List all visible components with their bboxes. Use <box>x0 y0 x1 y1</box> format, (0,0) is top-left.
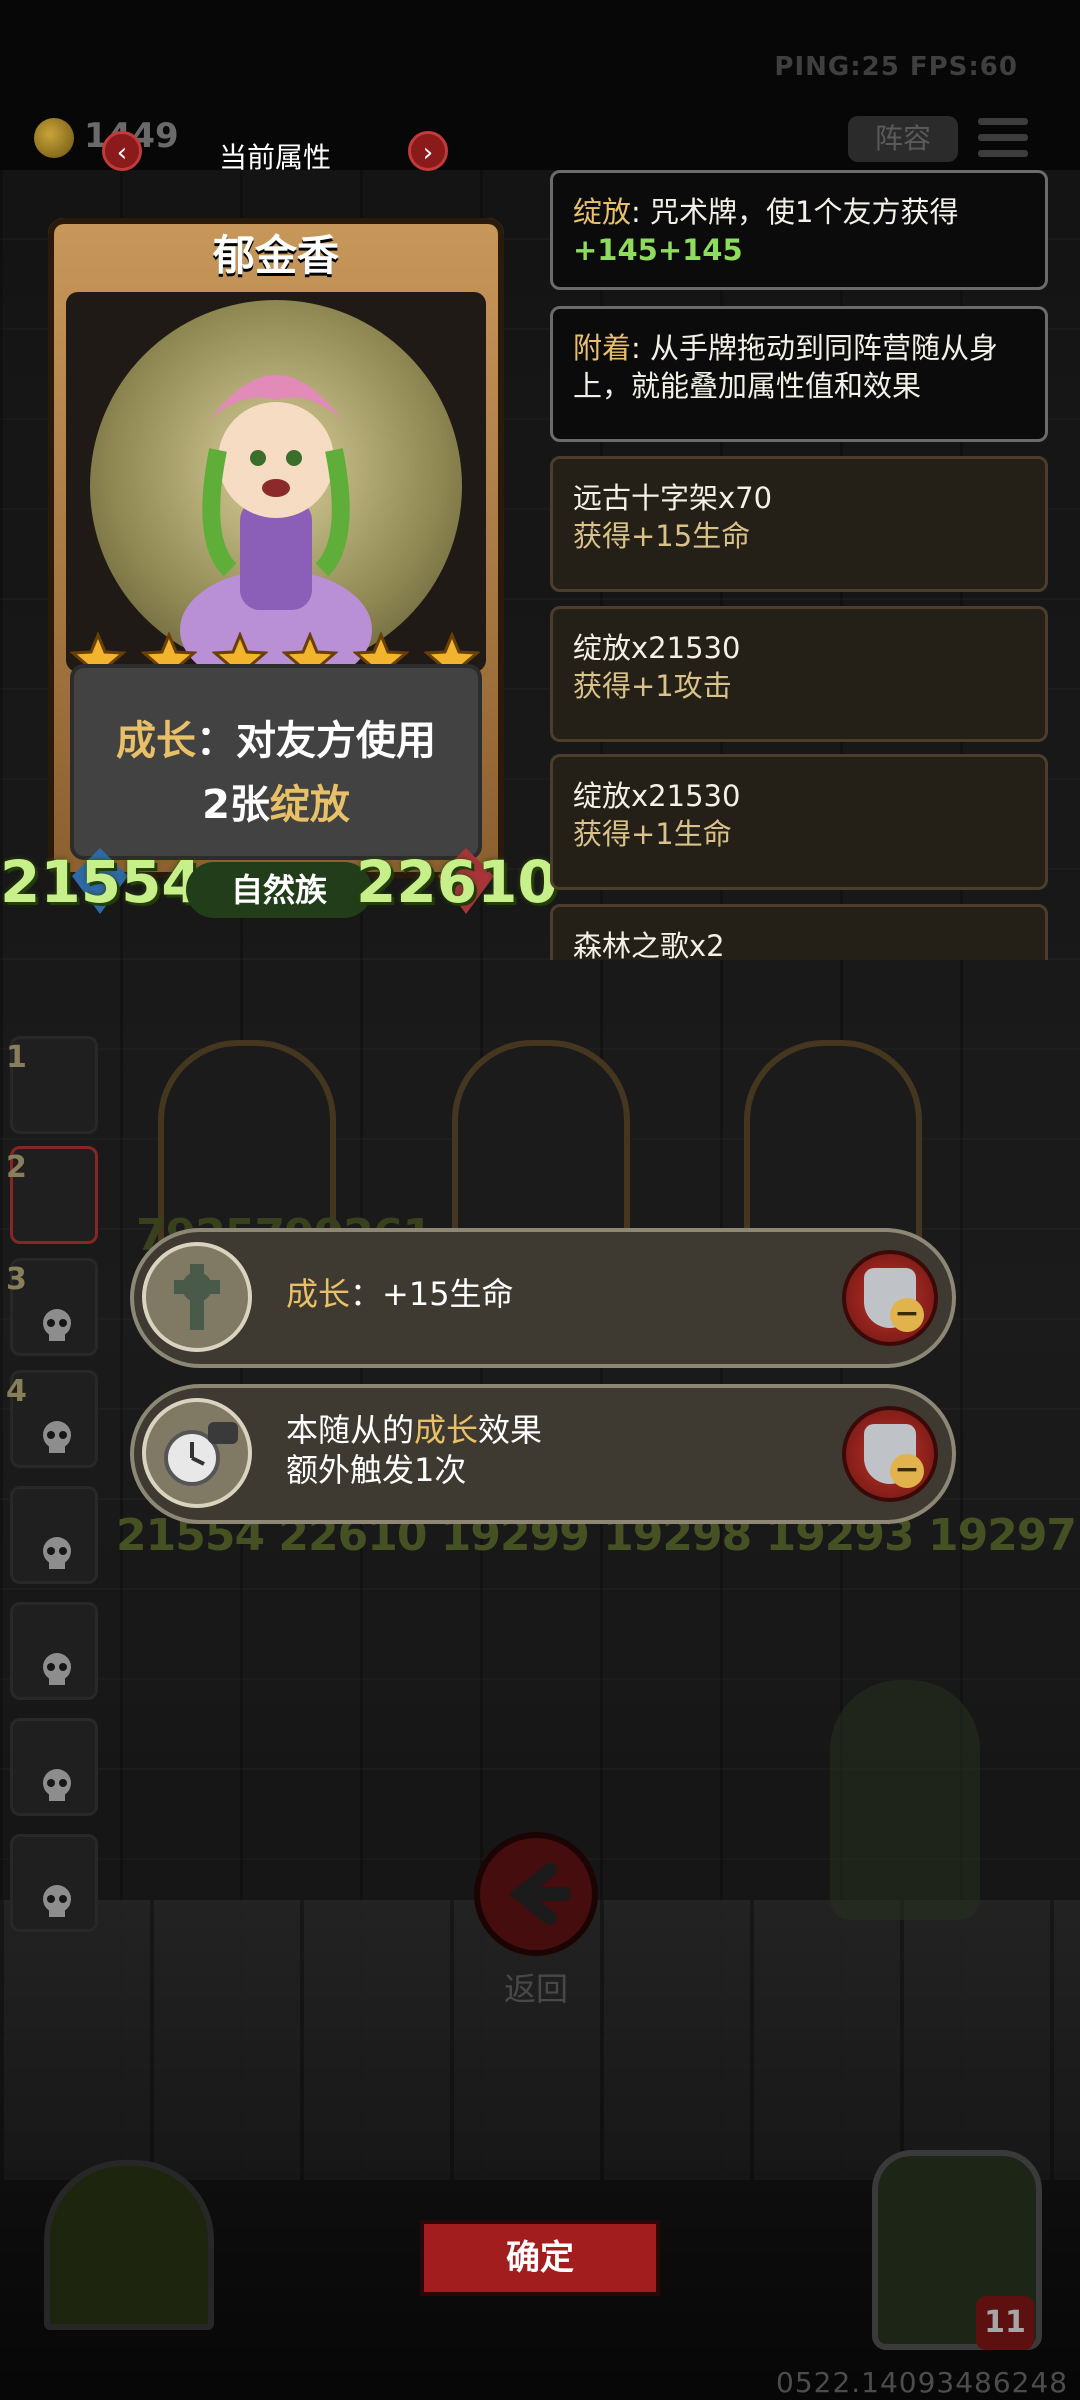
buff-title: 绽放x21530 <box>573 631 741 665</box>
effect-attach-card: 附着: 从手牌拖动到同阵营随从身上，就能叠加属性值和效果 <box>550 306 1048 442</box>
prev-arrow-icon[interactable]: ‹ <box>102 131 142 171</box>
attached-effect-text: 本随从的成长效果 额外触发1次 <box>286 1411 543 1489</box>
growth-count: 2张 <box>202 782 270 828</box>
buff-title: 绽放x21530 <box>573 779 741 813</box>
effect-keyword: 绽放 <box>573 195 632 229</box>
remove-effect-button[interactable]: − <box>842 1406 938 1502</box>
attached-effect-row[interactable] <box>130 1228 956 1368</box>
buff-sub: 获得+1生命 <box>573 817 732 851</box>
attached-effect-row[interactable] <box>130 1384 956 1524</box>
buff-title: 森林之歌x2 <box>573 929 725 960</box>
tribe-label: 自然族 <box>186 862 372 918</box>
effect-bloom-card: 绽放: 咒术牌，使1个友方获得 +145+145 <box>550 170 1048 290</box>
next-arrow-icon[interactable]: › <box>408 131 448 171</box>
page-title: 当前属性 <box>218 141 331 174</box>
buff-entry: 森林之歌x2 <box>550 904 1048 960</box>
ping-fps: PING:25 FPS:60 <box>774 52 1018 82</box>
effect-keyword: 附着 <box>573 331 632 365</box>
buff-entry: 绽放x21530 获得+1攻击 <box>550 606 1048 742</box>
menu-icon[interactable] <box>978 118 1028 158</box>
minus-icon: − <box>890 1298 924 1332</box>
buff-sub: 获得+1攻击 <box>573 669 732 703</box>
effect-text: : 从手牌拖动到同阵营随从身上，就能叠加属性值和效果 <box>573 331 999 403</box>
growth-keyword: 成长 <box>116 718 196 764</box>
attached-effect-text: 成长：+15生命 <box>286 1275 514 1313</box>
buff-entry: 绽放x21530 获得+1生命 <box>550 754 1048 890</box>
effect-keyword: 成长 <box>286 1275 351 1313</box>
ancient-cross-icon <box>142 1242 252 1352</box>
version-code: 0522.14093486248 <box>776 2366 1069 2399</box>
growth-text: ：对友方使用 <box>196 718 436 764</box>
attack-value: 21554 <box>0 848 202 916</box>
minus-icon: − <box>890 1454 924 1488</box>
coin-icon <box>34 118 74 158</box>
buff-title: 远古十字架x70 <box>573 481 773 515</box>
confirm-button[interactable]: 确定 <box>420 2220 660 2296</box>
pocket-watch-icon <box>142 1398 252 1508</box>
growth-description: 成长：对友方使用 2张绽放 <box>70 664 482 860</box>
effect-text: : 咒术牌，使1个友方获得 <box>631 195 959 229</box>
effect-highlight: +145+145 <box>573 233 743 267</box>
growth-spell: 绽放 <box>269 782 350 828</box>
card-portrait <box>90 300 462 690</box>
remove-effect-button[interactable]: − <box>842 1250 938 1346</box>
effects-list[interactable]: 绽放: 咒术牌，使1个友方获得 +145+145 附着: 从手牌拖动到同阵营随从… <box>550 170 1054 960</box>
lineup-button[interactable]: 阵容 <box>848 116 958 162</box>
card-name: 郁金香 <box>212 231 339 280</box>
health-value: 22610 <box>356 848 558 916</box>
tulip-character-art <box>180 375 372 690</box>
buff-sub: 获得+15生命 <box>573 519 751 553</box>
buff-entry: 远古十字架x70 获得+15生命 <box>550 456 1048 592</box>
